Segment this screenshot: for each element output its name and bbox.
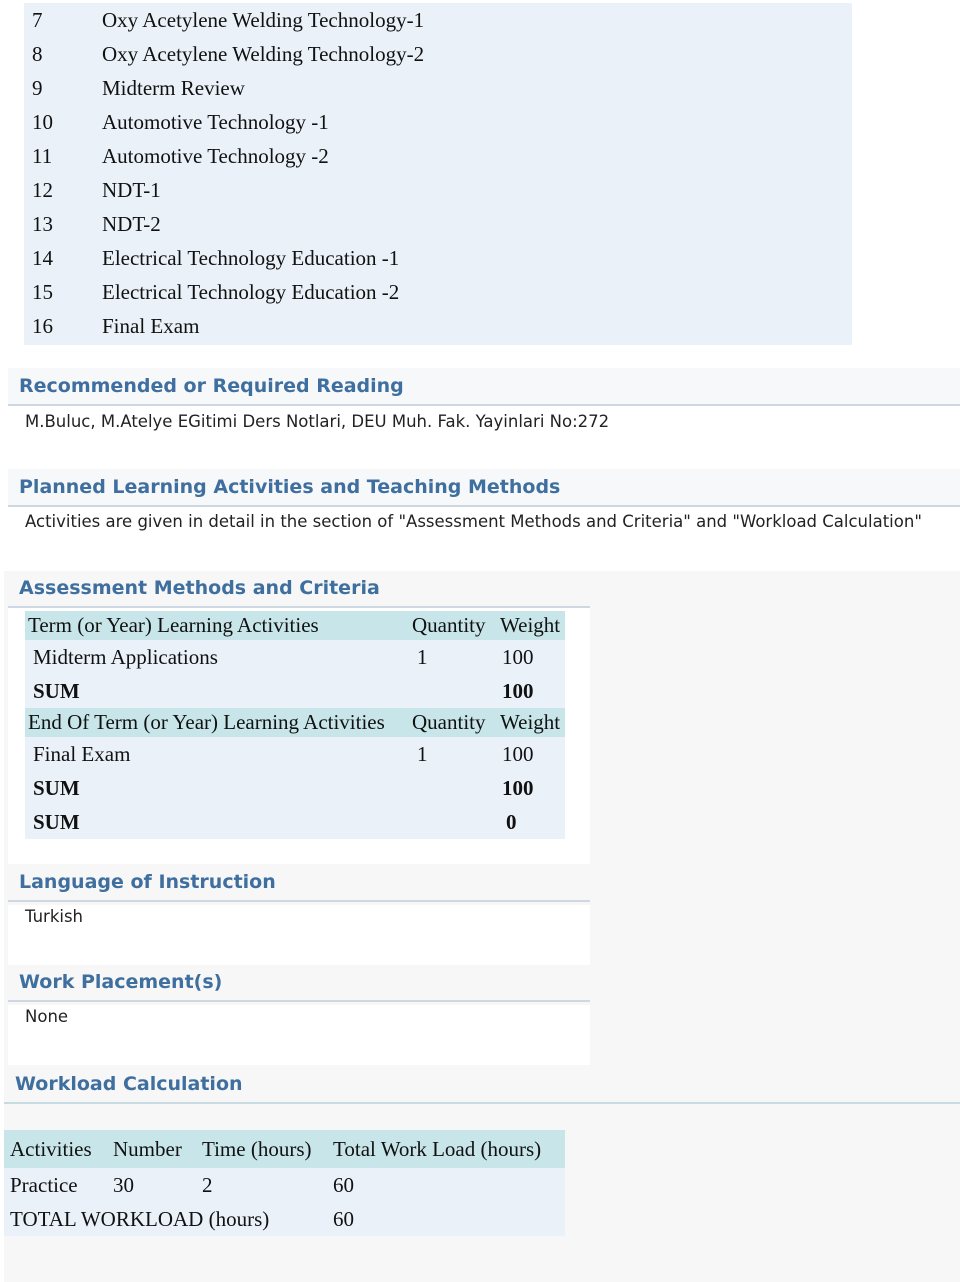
sum-label: SUM: [33, 775, 80, 800]
weight-cell: 100: [502, 644, 534, 669]
column-header-weight: Weight: [500, 710, 561, 734]
week-topic: Automotive Technology -1: [102, 109, 329, 134]
week-number: 9: [32, 75, 43, 100]
table-row: Practice 30 2 60: [4, 1168, 565, 1202]
activity-cell: Midterm Applications: [33, 644, 218, 669]
week-topic: Automotive Technology -2: [102, 143, 329, 168]
column-header-activity: Term (or Year) Learning Activities: [28, 613, 319, 637]
total-sum-row: SUM 0: [25, 805, 565, 839]
work-placement-section-title: Work Placement(s): [8, 964, 590, 1002]
sum-row: SUM 100: [25, 771, 565, 805]
weekly-schedule-table: 7 Oxy Acetylene Welding Technology-1 8 Oxy…: [24, 3, 852, 345]
activity-cell: Practice: [10, 1172, 78, 1197]
table-row: 16 Final Exam: [24, 310, 852, 344]
quantity-cell: 1: [417, 741, 428, 766]
activity-cell: Final Exam: [33, 741, 131, 766]
table-row: 14 Electrical Technology Education -1: [24, 242, 852, 276]
week-topic: NDT-1: [102, 178, 161, 203]
week-number: 12: [32, 178, 53, 203]
table-row: 12 NDT-1: [24, 173, 852, 207]
table-row: 10 Automotive Technology -1: [24, 105, 852, 139]
week-number: 14: [32, 246, 53, 271]
table-row: 7 Oxy Acetylene Welding Technology-1: [24, 3, 852, 37]
total-workload-row: TOTAL WORKLOAD (hours) 60: [4, 1202, 565, 1236]
total-workload-value: 60: [333, 1206, 354, 1231]
column-header-number: Number: [113, 1136, 182, 1161]
table-header-row: Term (or Year) Learning Activities Quant…: [25, 611, 565, 640]
column-header-total-work-load: Total Work Load (hours): [333, 1136, 542, 1161]
quantity-cell: 1: [417, 644, 428, 669]
table-header-row: Activities Number Time (hours) Total Wor…: [4, 1130, 565, 1168]
workload-table: Activities Number Time (hours) Total Wor…: [4, 1130, 565, 1236]
week-number: 7: [32, 7, 43, 32]
table-row: 8 Oxy Acetylene Welding Technology-2: [24, 37, 852, 71]
column-header-quantity: Quantity: [412, 710, 486, 734]
week-number: 16: [32, 314, 53, 339]
week-topic: Electrical Technology Education -1: [102, 246, 400, 271]
reading-text: M.Buluc, M.Atelye EGitimi Ders Notlari, …: [25, 412, 610, 431]
language-section-title: Language of Instruction: [8, 864, 590, 902]
week-number: 8: [32, 41, 43, 66]
week-number: 11: [32, 143, 53, 168]
planned-activities-section-title: Planned Learning Activities and Teaching…: [8, 469, 960, 507]
sum-value: 0: [506, 809, 517, 834]
table-row: 13 NDT-2: [24, 208, 852, 242]
column-header-weight: Weight: [500, 613, 561, 637]
language-body-background: [8, 905, 590, 965]
week-number: 15: [32, 280, 53, 305]
week-number: 10: [32, 109, 53, 134]
column-header-quantity: Quantity: [412, 613, 486, 637]
table-row: 15 Electrical Technology Education -2: [24, 276, 852, 310]
table-row: 9 Midterm Review: [24, 71, 852, 105]
total-workload-label: TOTAL WORKLOAD (hours): [10, 1206, 270, 1231]
total-cell: 60: [333, 1172, 354, 1197]
assessment-section-title: Assessment Methods and Criteria: [8, 570, 590, 608]
table-row: Final Exam 1 100: [25, 737, 565, 771]
sum-label: SUM: [33, 809, 80, 834]
work-placement-text: None: [25, 1007, 69, 1026]
sum-row: SUM 100: [25, 674, 565, 708]
sum-value: 100: [502, 678, 534, 703]
number-cell: 30: [113, 1172, 134, 1197]
week-number: 13: [32, 212, 53, 237]
sum-label: SUM: [33, 678, 80, 703]
week-topic: Oxy Acetylene Welding Technology-2: [102, 41, 425, 66]
weight-cell: 100: [502, 741, 534, 766]
week-topic: Midterm Review: [102, 75, 245, 100]
time-cell: 2: [202, 1172, 213, 1197]
sum-value: 100: [502, 775, 534, 800]
column-header-time: Time (hours): [202, 1136, 312, 1161]
table-row: 11 Automotive Technology -2: [24, 139, 852, 173]
planned-activities-text: Activities are given in detail in the se…: [25, 512, 922, 531]
column-header-activities: Activities: [10, 1136, 92, 1161]
table-header-row: End Of Term (or Year) Learning Activitie…: [25, 708, 565, 737]
column-header-activity: End Of Term (or Year) Learning Activitie…: [28, 710, 385, 734]
week-topic: NDT-2: [102, 212, 161, 237]
assessment-table: Term (or Year) Learning Activities Quant…: [25, 611, 565, 839]
table-row: Midterm Applications 1 100: [25, 640, 565, 674]
work-placement-body-background: [8, 1005, 590, 1065]
reading-section-title: Recommended or Required Reading: [8, 368, 960, 406]
week-topic: Electrical Technology Education -2: [102, 280, 400, 305]
language-text: Turkish: [25, 907, 84, 926]
workload-section-title: Workload Calculation: [4, 1066, 960, 1104]
week-topic: Final Exam: [102, 314, 200, 339]
week-topic: Oxy Acetylene Welding Technology-1: [102, 7, 425, 32]
